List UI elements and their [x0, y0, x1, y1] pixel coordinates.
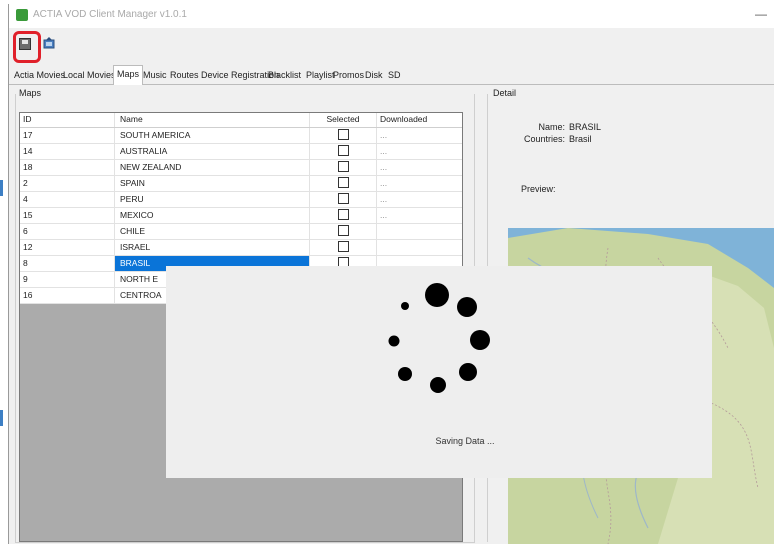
- export-icon[interactable]: [42, 36, 56, 50]
- cell-name: SPAIN: [115, 176, 310, 191]
- table-row[interactable]: 6 CHILE: [20, 224, 462, 240]
- selected-checkbox[interactable]: [337, 209, 349, 221]
- cell-selected: [310, 208, 377, 223]
- cell-downloaded: [377, 240, 462, 255]
- cell-id: 17: [20, 128, 115, 143]
- background-accent: [0, 180, 3, 196]
- cell-name: ISRAEL: [115, 240, 310, 255]
- table-row[interactable]: 2 SPAIN...: [20, 176, 462, 192]
- tab-maps[interactable]: Maps: [113, 65, 144, 85]
- tab-strip: Actia Movies Local Movies Maps Music Routes D…: [9, 64, 774, 85]
- cell-downloaded: [377, 224, 462, 239]
- tab-blacklist[interactable]: Blacklist: [267, 68, 302, 83]
- cell-id: 14: [20, 144, 115, 159]
- detail-name-value: BRASIL: [569, 122, 602, 132]
- selected-checkbox[interactable]: [337, 161, 349, 173]
- loading-overlay: Saving Data ...: [166, 266, 712, 478]
- selected-checkbox[interactable]: [337, 241, 349, 253]
- column-header-selected[interactable]: Selected: [310, 113, 377, 127]
- cell-id: 9: [20, 272, 115, 287]
- table-row[interactable]: 14 AUSTRALIA...: [20, 144, 462, 160]
- cell-downloaded: ...: [380, 130, 388, 140]
- tab-sd[interactable]: SD: [387, 68, 402, 83]
- cell-selected: [310, 192, 377, 207]
- tab-playlist[interactable]: Playlist: [305, 68, 336, 83]
- cell-name: PERU: [115, 192, 310, 207]
- cell-selected: [310, 176, 377, 191]
- column-header-id[interactable]: ID: [20, 113, 115, 127]
- cell-id: 2: [20, 176, 115, 191]
- loading-spinner-icon: [388, 283, 490, 393]
- cell-selected: [310, 144, 377, 159]
- column-header-name[interactable]: Name: [115, 113, 310, 127]
- cell-selected: [310, 160, 377, 175]
- table-row[interactable]: 4 PERU...: [20, 192, 462, 208]
- cell-name: SOUTH AMERICA: [115, 128, 310, 143]
- minimize-button[interactable]: —: [755, 7, 767, 21]
- background-strip: [0, 0, 8, 544]
- cell-id: 16: [20, 288, 115, 303]
- saving-status-text: Saving Data ...: [435, 436, 495, 446]
- cell-id: 15: [20, 208, 115, 223]
- grid-header: ID Name Selected Downloaded: [20, 113, 462, 128]
- table-row[interactable]: 17 SOUTH AMERICA...: [20, 128, 462, 144]
- cell-name: NEW ZEALAND: [115, 160, 310, 175]
- selected-checkbox[interactable]: [337, 129, 349, 141]
- column-header-downloaded[interactable]: Downloaded: [377, 113, 462, 127]
- cell-id: 6: [20, 224, 115, 239]
- title-bar: ACTIA VOD Client Manager v1.0.1 —: [9, 4, 774, 28]
- cell-name: AUSTRALIA: [115, 144, 310, 159]
- cell-id: 8: [20, 256, 115, 271]
- window-title: ACTIA VOD Client Manager v1.0.1: [33, 9, 187, 20]
- background-accent: [0, 410, 3, 426]
- detail-preview-label: Preview:: [521, 184, 556, 194]
- cell-selected: [310, 128, 377, 143]
- detail-name-label: Name:: [538, 122, 565, 132]
- selected-checkbox[interactable]: [337, 225, 349, 237]
- cell-downloaded: ...: [380, 194, 388, 204]
- cell-downloaded: ...: [380, 178, 388, 188]
- cell-selected: [310, 240, 377, 255]
- selected-checkbox[interactable]: [337, 193, 349, 205]
- toolbar: [9, 28, 774, 64]
- selected-checkbox[interactable]: [337, 145, 349, 157]
- cell-selected: [310, 224, 377, 239]
- detail-countries-label: Countries:: [523, 134, 565, 144]
- tab-routes[interactable]: Routes: [169, 68, 200, 83]
- cell-id: 4: [20, 192, 115, 207]
- tab-disk[interactable]: Disk: [364, 68, 384, 83]
- cell-id: 12: [20, 240, 115, 255]
- cell-downloaded: ...: [380, 146, 388, 156]
- tab-local-movies[interactable]: Local Movies: [62, 68, 117, 83]
- table-row[interactable]: 18 NEW ZEALAND...: [20, 160, 462, 176]
- tab-music[interactable]: Music: [142, 68, 168, 83]
- cell-downloaded: ...: [380, 210, 388, 220]
- tab-actia-movies[interactable]: Actia Movies: [13, 68, 66, 83]
- table-row[interactable]: 12 ISRAEL: [20, 240, 462, 256]
- cell-id: 18: [20, 160, 115, 175]
- cell-name: MEXICO: [115, 208, 310, 223]
- app-logo-icon: [16, 9, 28, 21]
- table-row[interactable]: 15 MEXICO...: [20, 208, 462, 224]
- selected-checkbox[interactable]: [337, 177, 349, 189]
- cell-name: CHILE: [115, 224, 310, 239]
- detail-countries-value: Brasil: [569, 134, 592, 144]
- save-icon[interactable]: [19, 38, 31, 50]
- cell-downloaded: ...: [380, 162, 388, 172]
- tab-promos[interactable]: Promos: [332, 68, 365, 83]
